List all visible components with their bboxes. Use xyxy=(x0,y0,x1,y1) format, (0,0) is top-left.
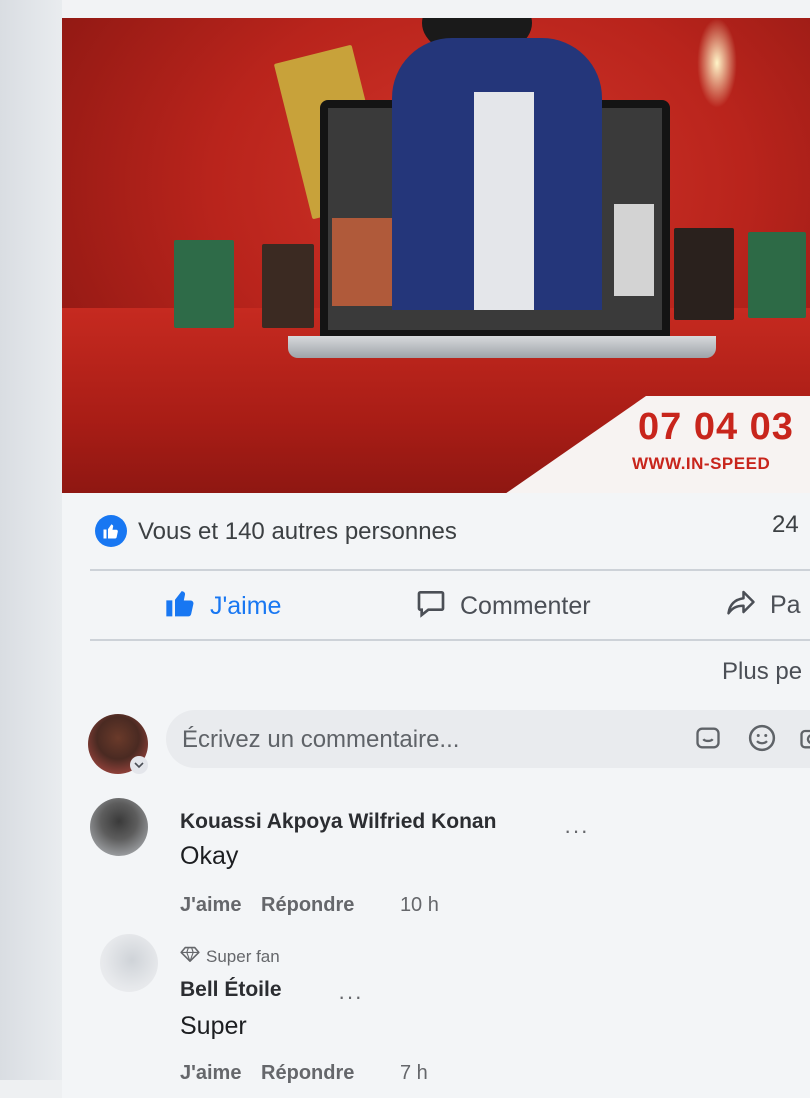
badge-label: Super fan xyxy=(206,947,280,967)
like-icon xyxy=(95,515,127,547)
image-website-url: WWW.IN-SPEED xyxy=(632,454,770,474)
comment-icon xyxy=(414,587,448,626)
comment-input[interactable] xyxy=(180,722,664,758)
comment-reply-link[interactable]: Répondre xyxy=(261,894,354,916)
comment-more-options[interactable]: ··· xyxy=(338,984,363,1010)
image-person-shirt xyxy=(474,92,534,310)
commenter-avatar[interactable] xyxy=(90,798,148,856)
image-bag xyxy=(174,240,234,328)
comment-reply-link[interactable]: Répondre xyxy=(261,1062,354,1084)
comment-actions: J'aime Répondre 10 h xyxy=(180,894,439,917)
image-screen-photo xyxy=(614,204,654,296)
comment-author[interactable]: Bell Étoile xyxy=(180,978,282,1002)
comment-author[interactable]: Kouassi Akpoya Wilfried Konan xyxy=(180,810,496,834)
comment-composer xyxy=(166,710,810,768)
gif-icon[interactable] xyxy=(692,722,724,754)
image-light xyxy=(697,18,737,108)
comment-like-link[interactable]: J'aime xyxy=(180,1062,241,1084)
share-icon xyxy=(724,587,758,624)
comment-like-link[interactable]: J'aime xyxy=(180,894,241,916)
comment-text: Okay xyxy=(180,842,238,871)
comment-text: Super xyxy=(180,1012,247,1041)
like-button[interactable]: J'aime xyxy=(164,587,281,626)
like-icon xyxy=(164,587,198,626)
comment-actions: J'aime Répondre 7 h xyxy=(180,1062,428,1085)
comment-more-options[interactable]: ··· xyxy=(564,818,589,844)
emoji-icon[interactable] xyxy=(746,722,778,754)
image-bag xyxy=(262,244,314,328)
divider xyxy=(90,569,810,571)
post-image[interactable]: 07 04 03 WWW.IN-SPEED xyxy=(62,18,810,493)
image-phone-number: 07 04 03 xyxy=(638,406,794,449)
reactions-text[interactable]: Vous et 140 autres personnes xyxy=(138,518,457,546)
post-card: 07 04 03 WWW.IN-SPEED Vous et 140 autres… xyxy=(62,18,810,1098)
diamond-icon xyxy=(180,946,200,967)
super-fan-badge: Super fan xyxy=(180,946,280,967)
commenter-avatar[interactable] xyxy=(100,934,158,992)
image-laptop-base xyxy=(288,336,716,358)
comment-timestamp[interactable]: 10 h xyxy=(400,894,439,916)
divider xyxy=(90,639,810,641)
screen-left-edge xyxy=(0,0,62,1080)
camera-icon[interactable] xyxy=(796,722,810,754)
comment-timestamp[interactable]: 7 h xyxy=(400,1062,428,1084)
comments-count[interactable]: 24 xyxy=(772,511,799,539)
post-actions: J'aime Commenter Pa xyxy=(62,573,810,639)
comment-button[interactable]: Commenter xyxy=(414,587,591,626)
share-label: Pa xyxy=(770,591,801,620)
like-label: J'aime xyxy=(210,592,281,621)
reactions-summary[interactable]: Vous et 140 autres personnes 24 xyxy=(62,493,810,571)
image-bag xyxy=(748,232,806,318)
image-bag xyxy=(674,228,734,320)
screen-top-edge xyxy=(0,0,810,18)
chevron-down-icon[interactable] xyxy=(130,756,148,774)
comment-label: Commenter xyxy=(460,592,591,621)
comment-sort-dropdown[interactable]: Plus pe xyxy=(722,658,802,686)
share-button[interactable]: Pa xyxy=(724,587,801,624)
